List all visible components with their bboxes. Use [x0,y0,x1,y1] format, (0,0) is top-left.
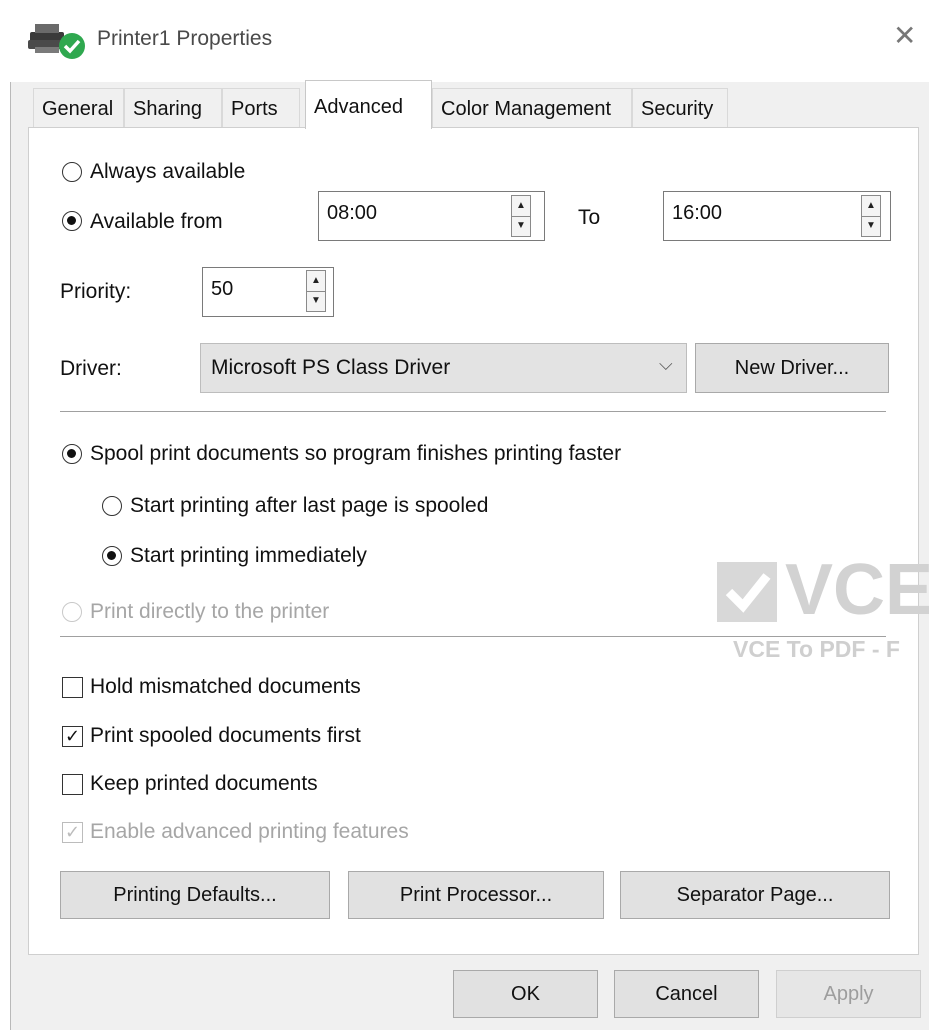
start-immediately-label: Start printing immediately [130,544,367,567]
tab-sharing[interactable]: Sharing [124,88,222,128]
priority-label: Priority: [60,280,132,303]
to-label: To [578,206,601,229]
keep-printed-checkbox[interactable] [62,774,83,795]
apply-button[interactable]: Apply [776,970,921,1018]
spin-up-icon[interactable]: ▲ [512,196,530,217]
start-after-last-page-radio[interactable] [102,496,122,516]
spin-down-icon[interactable]: ▼ [512,216,530,236]
enable-advanced-features-label: Enable advanced printing features [90,820,409,843]
from-time-value: 08:00 [327,202,378,224]
spin-up-icon[interactable]: ▲ [862,196,880,217]
checkmark-icon: ✓ [64,822,81,842]
printing-defaults-button[interactable]: Printing Defaults... [60,871,330,919]
to-time-spinner[interactable]: ▲ ▼ [861,195,881,237]
start-after-last-page-label: Start printing after last page is spoole… [130,494,489,517]
hold-mismatched-checkbox[interactable] [62,677,83,698]
print-spooled-first-checkbox[interactable]: ✓ [62,726,83,747]
spin-down-icon[interactable]: ▼ [862,216,880,236]
available-from-label: Available from [90,210,223,233]
spool-radio[interactable] [62,444,82,464]
spool-label: Spool print documents so program finishe… [90,442,622,465]
window-title: Printer1 Properties [97,27,273,50]
tab-ports[interactable]: Ports [222,88,300,128]
tab-general[interactable]: General [33,88,124,128]
to-time-value: 16:00 [672,202,723,224]
watermark-caption: VCE To PDF - F [733,636,900,662]
driver-value: Microsoft PS Class Driver [211,356,451,379]
available-from-radio[interactable] [62,211,82,231]
print-directly-label: Print directly to the printer [90,600,330,623]
keep-printed-label: Keep printed documents [90,772,318,795]
separator-page-button[interactable]: Separator Page... [620,871,890,919]
priority-value: 50 [211,278,234,300]
printer-check-icon [26,18,90,62]
always-available-label: Always available [90,160,246,183]
print-processor-button[interactable]: Print Processor... [348,871,604,919]
spin-up-icon[interactable]: ▲ [307,271,325,292]
checkmark-icon: ✓ [64,726,81,746]
start-immediately-radio[interactable] [102,546,122,566]
spin-down-icon[interactable]: ▼ [307,291,325,311]
divider [60,411,886,412]
hold-mismatched-label: Hold mismatched documents [90,675,361,698]
watermark: VCE VCE To PDF - F [715,556,929,676]
tab-security[interactable]: Security [632,88,728,128]
from-time-spinner[interactable]: ▲ ▼ [511,195,531,237]
driver-select[interactable]: Microsoft PS Class Driver ⌵ [200,343,687,393]
to-time-field[interactable]: 16:00 [663,191,891,241]
close-icon[interactable]: ✕ [893,22,916,50]
print-directly-radio[interactable] [62,602,82,622]
new-driver-button[interactable]: New Driver... [695,343,889,393]
watermark-logo: VCE [785,556,929,630]
priority-spinner[interactable]: ▲ ▼ [306,270,326,312]
chevron-down-icon: ⌵ [659,354,673,374]
enable-advanced-features-checkbox[interactable]: ✓ [62,822,83,843]
cancel-button[interactable]: Cancel [614,970,759,1018]
driver-label: Driver: [60,357,122,380]
ok-button[interactable]: OK [453,970,598,1018]
always-available-radio[interactable] [62,162,82,182]
print-spooled-first-label: Print spooled documents first [90,724,361,747]
tab-color-management[interactable]: Color Management [432,88,632,128]
tab-advanced[interactable]: Advanced [305,80,432,129]
